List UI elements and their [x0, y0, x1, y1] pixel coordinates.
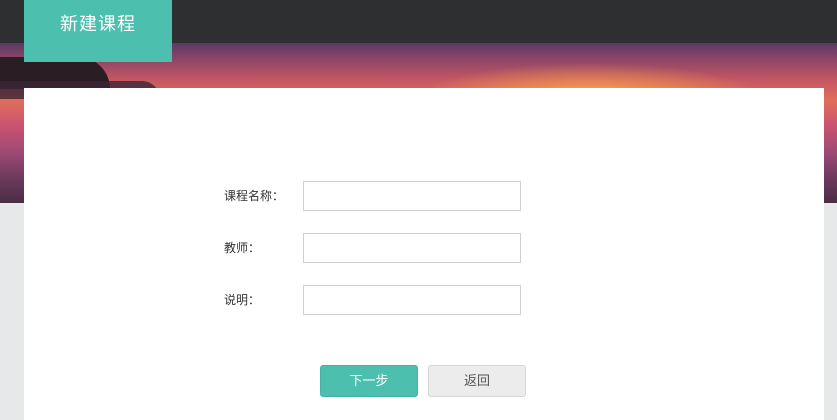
back-button[interactable]: 返回 — [428, 365, 526, 397]
page-title-tab: 新建课程 — [24, 0, 172, 62]
description-row: 说明： — [224, 285, 544, 315]
teacher-input[interactable] — [303, 233, 521, 263]
course-name-label: 课程名称： — [224, 189, 285, 203]
description-label: 说明： — [224, 293, 261, 307]
teacher-row: 教师： — [224, 233, 544, 263]
course-name-input[interactable] — [303, 181, 521, 211]
form-panel: 课程名称： 教师： 说明： 下一步 返回 — [24, 88, 824, 420]
description-input[interactable] — [303, 285, 521, 315]
course-name-row: 课程名称： — [224, 181, 544, 211]
next-step-button[interactable]: 下一步 — [320, 365, 418, 397]
teacher-label: 教师： — [224, 241, 261, 255]
